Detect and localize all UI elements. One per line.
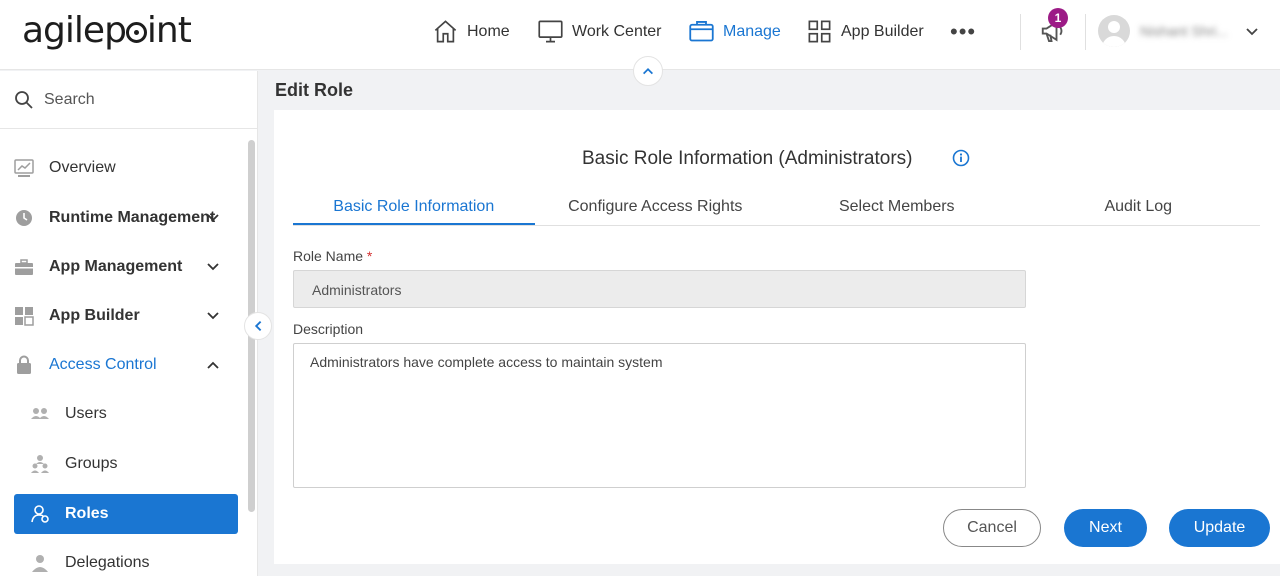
users-icon [31, 408, 49, 419]
lock-icon [17, 355, 31, 374]
sidebar-item-label: Users [65, 405, 107, 422]
sidebar-item-users[interactable]: Users [0, 394, 246, 434]
nav-manage-label: Manage [723, 22, 781, 40]
chevron-down-icon [207, 263, 219, 271]
update-button[interactable]: Update [1169, 509, 1270, 547]
sidebar-item-label: Delegations [65, 554, 150, 571]
home-icon [434, 20, 457, 43]
grid-icon [808, 20, 831, 43]
clock-icon [16, 210, 32, 226]
card-title: Basic Role Information (Administrators) [582, 148, 913, 169]
chevron-left-icon [254, 320, 262, 332]
sidebar-item-label: App Builder [49, 307, 140, 324]
cancel-button[interactable]: Cancel [943, 509, 1041, 547]
edit-role-card: Basic Role Information (Administrators) … [274, 110, 1280, 564]
role-user-icon [31, 505, 49, 523]
nav-manage[interactable]: Manage [688, 18, 781, 45]
sidebar-item-label: Overview [49, 159, 116, 176]
sidebar: Search Overview Runtime Management App M… [0, 71, 258, 576]
divider [1085, 14, 1086, 50]
delegation-icon [32, 555, 48, 572]
chevron-down-icon[interactable] [1244, 24, 1260, 40]
nav-home[interactable]: Home [432, 18, 510, 45]
sidebar-item-app-management[interactable]: App Management [0, 247, 246, 287]
sidebar-item-label: Groups [65, 455, 118, 472]
page-title: Edit Role [275, 80, 354, 100]
sidebar-item-delegations[interactable]: Delegations [0, 543, 246, 576]
briefcase-icon [689, 21, 714, 42]
required-marker: * [366, 248, 373, 264]
sidebar-item-label: Roles [65, 505, 109, 522]
chart-icon [14, 159, 34, 177]
collapse-sidebar-button[interactable] [244, 312, 272, 340]
chevron-up-icon [207, 361, 219, 369]
agilepoint-logo[interactable]: agilep int [22, 10, 192, 51]
info-icon[interactable] [952, 149, 970, 167]
monitor-icon [538, 20, 563, 43]
sidebar-item-label: Runtime Management [49, 209, 216, 226]
search-label: Search [44, 90, 95, 108]
toolbox-icon [15, 259, 33, 275]
sidebar-item-label: App Management [49, 258, 183, 275]
notification-badge: 1 [1048, 8, 1068, 28]
tab-select-members[interactable]: Select Members [776, 190, 1018, 225]
nav-work-center-label: Work Center [572, 22, 662, 40]
sidebar-item-runtime-management[interactable]: Runtime Management [0, 198, 246, 238]
tab-audit-log[interactable]: Audit Log [1018, 190, 1260, 225]
description-field[interactable]: Administrators have complete access to m… [293, 343, 1026, 488]
sidebar-search[interactable]: Search [0, 71, 257, 129]
tab-basic-role-information[interactable]: Basic Role Information [293, 190, 535, 225]
sidebar-item-groups[interactable]: Groups [0, 444, 246, 484]
nav-app-builder[interactable]: App Builder [806, 18, 924, 45]
sidebar-item-overview[interactable]: Overview [0, 148, 246, 188]
role-name-label-text: Role Name [293, 248, 364, 264]
role-name-label: Role Name * [293, 248, 372, 264]
description-label: Description [293, 321, 364, 337]
divider [1020, 14, 1021, 50]
sidebar-item-app-builder[interactable]: App Builder [0, 296, 246, 336]
app-grid-icon [15, 307, 34, 326]
username[interactable]: Nishant Shri... [1140, 23, 1228, 39]
more-menu-icon[interactable]: ••• [950, 21, 976, 43]
collapse-header-button[interactable] [633, 56, 663, 86]
nav-work-center[interactable]: Work Center [537, 18, 662, 45]
sidebar-item-roles[interactable]: Roles [14, 494, 238, 534]
avatar[interactable] [1098, 15, 1130, 47]
chevron-down-icon [207, 312, 219, 320]
tab-bar: Basic Role Information Configure Access … [293, 190, 1260, 226]
nav-app-builder-label: App Builder [841, 22, 924, 40]
groups-icon [31, 455, 49, 473]
tab-configure-access-rights[interactable]: Configure Access Rights [535, 190, 777, 225]
chevron-down-icon [207, 214, 219, 222]
next-button[interactable]: Next [1064, 509, 1147, 547]
sidebar-item-access-control[interactable]: Access Control [0, 345, 246, 385]
nav-home-label: Home [467, 22, 510, 40]
chevron-up-icon [643, 68, 653, 75]
search-icon [15, 90, 33, 109]
sidebar-item-label: Access Control [49, 356, 157, 373]
role-name-field[interactable]: Administrators [293, 270, 1026, 308]
